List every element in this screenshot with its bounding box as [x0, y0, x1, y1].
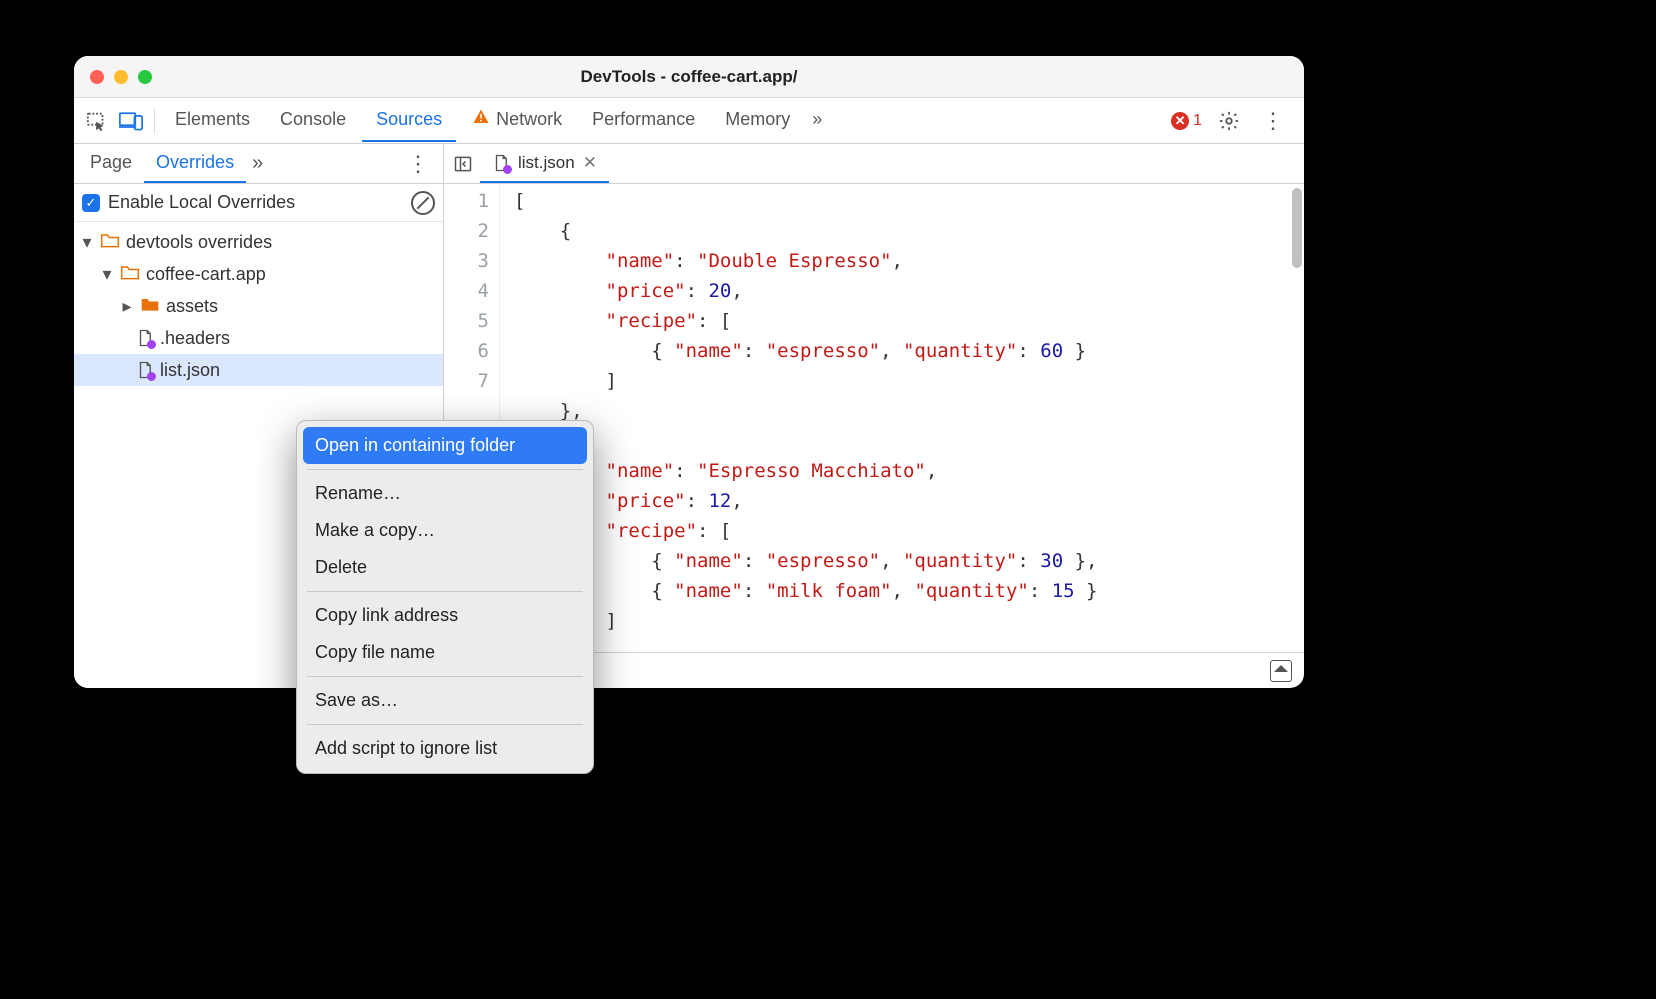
- enable-overrides-row: ✓ Enable Local Overrides: [74, 184, 443, 222]
- tab-elements[interactable]: Elements: [161, 99, 264, 142]
- tab-memory[interactable]: Memory: [711, 99, 804, 142]
- show-drawer-icon[interactable]: [1270, 660, 1292, 682]
- tree-label: coffee-cart.app: [146, 264, 266, 285]
- error-count: 1: [1193, 112, 1202, 130]
- cm-separator: [307, 469, 583, 470]
- scrollbar-thumb[interactable]: [1292, 188, 1302, 268]
- sidebar-tab-page[interactable]: Page: [78, 144, 144, 183]
- cm-copy-link[interactable]: Copy link address: [303, 597, 587, 634]
- tab-network[interactable]: Network: [458, 98, 576, 143]
- error-icon: ✕: [1171, 112, 1189, 130]
- cm-separator: [307, 724, 583, 725]
- enable-overrides-checkbox[interactable]: ✓: [82, 194, 100, 212]
- cm-delete[interactable]: Delete: [303, 549, 587, 586]
- tree-label: .headers: [160, 328, 230, 349]
- tree-domain-folder[interactable]: ▾ coffee-cart.app: [74, 258, 443, 290]
- window-minimize-button[interactable]: [114, 70, 128, 84]
- tree-headers-file[interactable]: .headers: [74, 322, 443, 354]
- cm-copy-file-name[interactable]: Copy file name: [303, 634, 587, 671]
- settings-icon[interactable]: [1212, 104, 1246, 138]
- tabs-overflow[interactable]: »: [806, 99, 828, 142]
- close-tab-icon[interactable]: ✕: [583, 153, 597, 173]
- sidebar-kebab-icon[interactable]: ⋮: [397, 151, 439, 177]
- tree-label: devtools overrides: [126, 232, 272, 253]
- cm-add-ignore-list[interactable]: Add script to ignore list: [303, 730, 587, 767]
- panel-tabs: Elements Console Sources Network Perform…: [161, 98, 828, 143]
- sidebar-tabs: Page Overrides » ⋮: [74, 144, 443, 184]
- editor-tab-label: list.json: [518, 153, 575, 173]
- tree-root-folder[interactable]: ▾ devtools overrides: [74, 226, 443, 258]
- traffic-lights: [74, 70, 152, 84]
- cm-make-copy[interactable]: Make a copy…: [303, 512, 587, 549]
- folder-icon: [140, 295, 160, 318]
- folder-icon: [120, 263, 140, 286]
- sidebar-tab-overrides[interactable]: Overrides: [144, 144, 246, 183]
- editor-tab-list-json[interactable]: list.json ✕: [480, 145, 609, 183]
- clear-overrides-icon[interactable]: [411, 191, 435, 215]
- folder-icon: [100, 231, 120, 254]
- enable-overrides-label: Enable Local Overrides: [108, 192, 295, 213]
- devtools-window: DevTools - coffee-cart.app/ Elements Con…: [74, 56, 1304, 688]
- sidebar-tabs-overflow[interactable]: »: [252, 152, 263, 175]
- tree-label: list.json: [160, 360, 220, 381]
- cm-rename[interactable]: Rename…: [303, 475, 587, 512]
- cm-separator: [307, 676, 583, 677]
- tab-performance[interactable]: Performance: [578, 99, 709, 142]
- inspect-element-icon[interactable]: [80, 104, 114, 138]
- cm-save-as[interactable]: Save as…: [303, 682, 587, 719]
- chevron-right-icon: ▸: [120, 296, 134, 317]
- cm-open-in-folder[interactable]: Open in containing folder: [303, 427, 587, 464]
- window-close-button[interactable]: [90, 70, 104, 84]
- file-icon: [136, 329, 154, 347]
- tab-sources[interactable]: Sources: [362, 99, 456, 142]
- editor-tabs: list.json ✕: [444, 144, 1304, 184]
- file-icon: [136, 361, 154, 379]
- body: Page Overrides » ⋮ ✓ Enable Local Overri…: [74, 144, 1304, 688]
- window-title: DevTools - coffee-cart.app/: [74, 67, 1304, 87]
- code-content: [ { "name": "Double Espresso", "price": …: [500, 184, 1304, 652]
- window-maximize-button[interactable]: [138, 70, 152, 84]
- errors-badge[interactable]: ✕ 1: [1171, 112, 1202, 130]
- override-indicator-icon: [147, 340, 156, 349]
- chevron-down-icon: ▾: [80, 232, 94, 253]
- tree-assets-folder[interactable]: ▸ assets: [74, 290, 443, 322]
- override-indicator-icon: [147, 372, 156, 381]
- context-menu: Open in containing folder Rename… Make a…: [296, 420, 594, 774]
- tab-console[interactable]: Console: [266, 99, 360, 142]
- kebab-menu-icon[interactable]: ⋮: [1256, 104, 1290, 138]
- warning-icon: [472, 108, 490, 131]
- chevron-down-icon: ▾: [100, 264, 114, 285]
- tree-label: assets: [166, 296, 218, 317]
- titlebar: DevTools - coffee-cart.app/: [74, 56, 1304, 98]
- collapse-sidebar-icon[interactable]: [450, 151, 476, 177]
- main-toolbar: Elements Console Sources Network Perform…: [74, 98, 1304, 144]
- toolbar-separator: [154, 108, 155, 134]
- tree-list-file[interactable]: list.json: [74, 354, 443, 386]
- override-indicator-icon: [503, 165, 512, 174]
- file-icon: [492, 154, 510, 172]
- device-toolbar-icon[interactable]: [114, 104, 148, 138]
- cm-separator: [307, 591, 583, 592]
